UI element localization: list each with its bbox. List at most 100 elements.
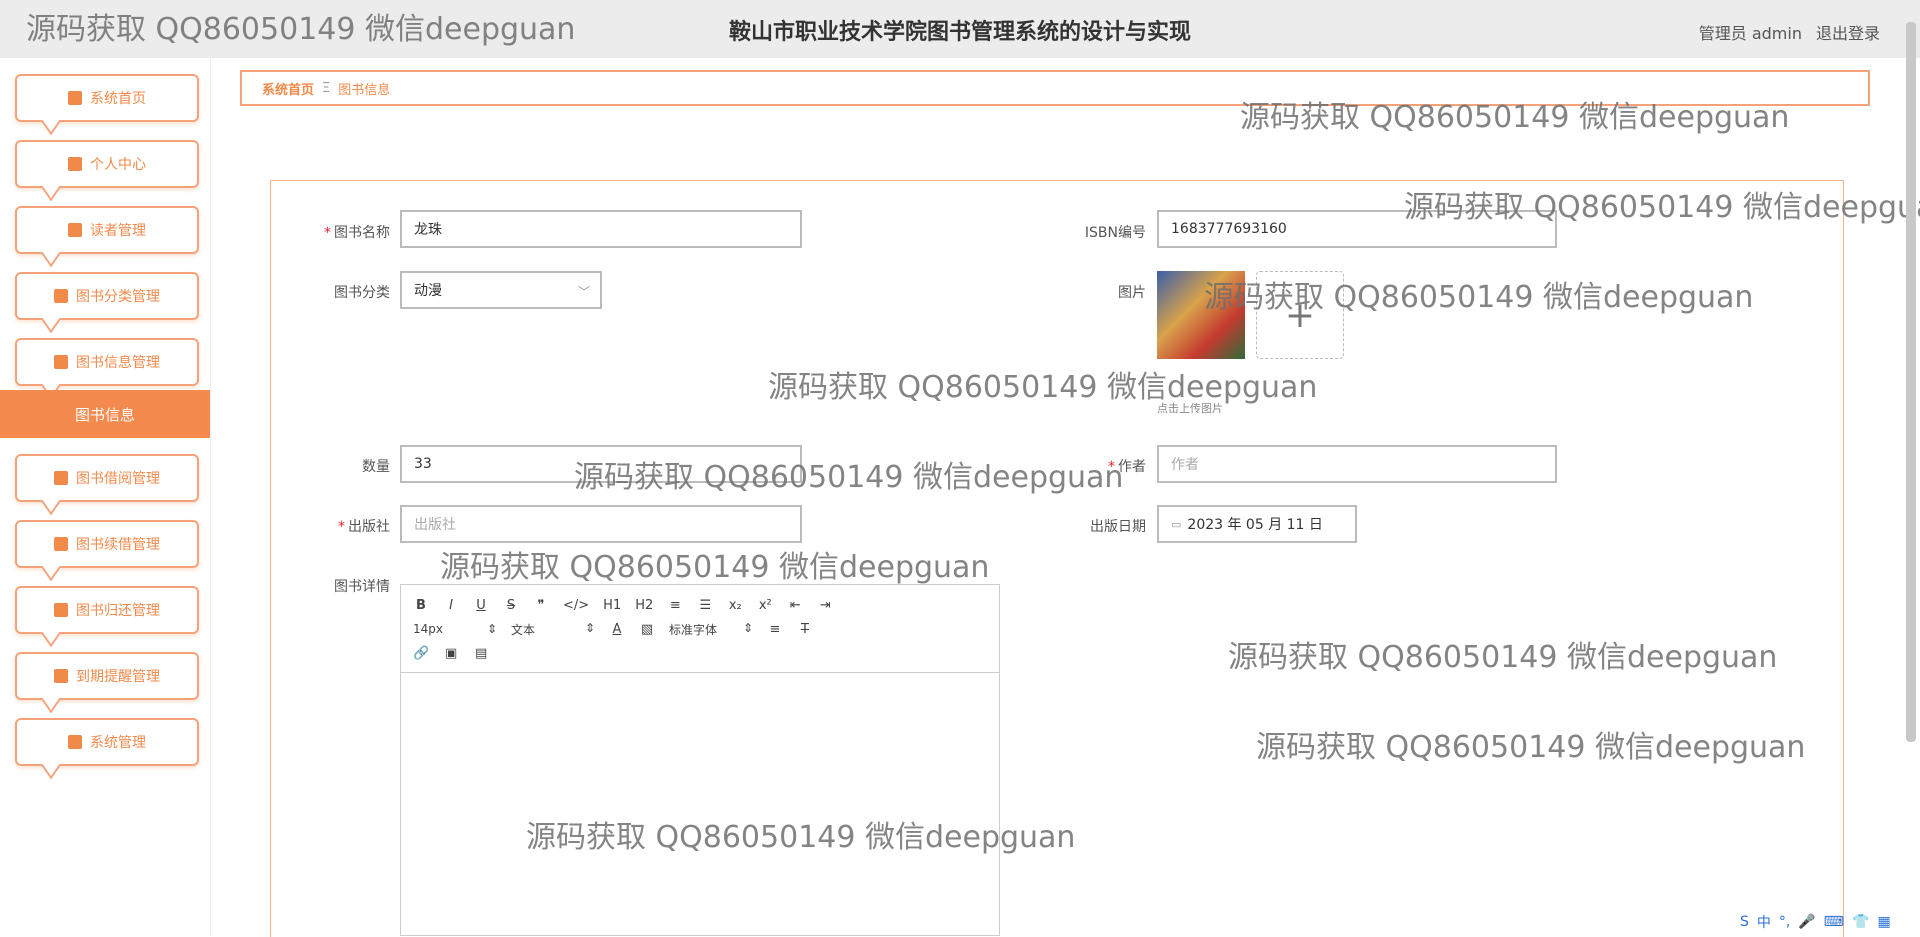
text-style-value: 文本 [511, 622, 536, 637]
image-icon[interactable]: ▣ [443, 646, 459, 661]
current-user: 管理员 admin [1698, 24, 1802, 43]
chevron-down-icon: ﹀ [577, 285, 590, 299]
updown-icon: ⇕ [486, 622, 497, 636]
upload-hint: 点击上传图片 [1157, 402, 1223, 415]
sidebar-item-borrow[interactable]: 图书借阅管理 [15, 454, 199, 502]
isbn-label: ISBN编号 [1084, 225, 1146, 241]
sidebar-item-readers[interactable]: 读者管理 [15, 206, 199, 254]
align-icon[interactable]: ≡ [767, 622, 783, 637]
sidebar-item-home[interactable]: 系统首页 [15, 74, 199, 122]
strike-button[interactable]: S [503, 598, 519, 613]
video-icon[interactable]: ▤ [473, 646, 489, 661]
chat-icon [54, 289, 68, 303]
user-area: 管理员 admin 退出登录 [1699, 20, 1880, 44]
category-value: 动漫 [414, 283, 442, 299]
h2-button[interactable]: H2 [635, 598, 653, 613]
book-cover-image[interactable] [1157, 271, 1245, 359]
blockquote-button[interactable]: ❞ [533, 598, 549, 613]
updown-icon: ⇕ [584, 620, 595, 635]
sidebar-item-label: 图书分类管理 [76, 289, 160, 305]
logout-link[interactable]: 退出登录 [1816, 20, 1880, 44]
background-color-icon[interactable]: ▧ [639, 622, 655, 637]
clear-format-icon[interactable]: T̶ [797, 622, 813, 637]
category-select[interactable]: 动漫 ﹀ [400, 271, 602, 309]
text-style-select[interactable]: 文本 ⇕ [511, 621, 595, 638]
quantity-label: 数量 [362, 459, 390, 475]
briefcase-icon [68, 223, 82, 237]
sidebar-item-label: 系统管理 [90, 735, 146, 751]
mic-icon: 🎤 [1798, 914, 1816, 930]
page-title: 鞍山市职业技术学院图书管理系统的设计与实现 [728, 20, 1191, 45]
publisher-input[interactable]: 出版社 [400, 505, 802, 543]
sidebar-item-label: 到期提醒管理 [76, 669, 160, 685]
updown-icon: ⇕ [742, 620, 753, 635]
grid-icon [68, 735, 82, 749]
sidebar-item-label: 系统首页 [90, 91, 146, 107]
sidebar: 系统首页 个人中心 读者管理 图书分类管理 图书信息管理 图书信息 图书借阅管理… [0, 58, 211, 936]
outdent-button[interactable]: ⇤ [787, 598, 803, 613]
sidebar-item-renew[interactable]: 图书续借管理 [15, 520, 199, 568]
sidebar-item-system[interactable]: 系统管理 [15, 718, 199, 766]
sidebar-item-profile[interactable]: 个人中心 [15, 140, 199, 188]
toolbar-row-styles: 14px ⇕ 文本 ⇕ A ▧ 标准字体 ⇕ ≡ T̶ [413, 617, 987, 641]
sidebar-item-label: 图书借阅管理 [76, 471, 160, 487]
editor-toolbar: B I U S ❞ </> H1 H2 ≡ ☰ x₂ x² ⇤ ⇥ 14px ⇕ … [401, 585, 999, 673]
bulb-icon [54, 471, 68, 485]
link-icon[interactable]: 🔗 [413, 646, 429, 661]
breadcrumb-separator: Ξ [322, 80, 331, 96]
quantity-input[interactable]: 33 [400, 445, 802, 483]
sogou-icon: S [1740, 914, 1749, 930]
rich-text-editor[interactable]: B I U S ❞ </> H1 H2 ≡ ☰ x₂ x² ⇤ ⇥ 14px ⇕ … [400, 584, 1000, 936]
calendar-icon: ▭ [1171, 517, 1182, 531]
publish-date-input[interactable]: ▭ 2023 年 05 月 11 日 [1157, 505, 1357, 543]
h1-button[interactable]: H1 [603, 598, 621, 613]
language-icon: 中 [1756, 915, 1771, 931]
book-name-input[interactable]: 龙珠 [400, 210, 802, 248]
bullet-list-button[interactable]: ☰ [697, 598, 713, 613]
ime-toolbar: S 中 °, 🎤 ⌨ 👕 ▦ [1740, 908, 1920, 936]
sidebar-item-label: 图书归还管理 [76, 603, 160, 619]
sidebar-item-label: 图书信息管理 [76, 355, 160, 371]
sidebar-item-categories[interactable]: 图书分类管理 [15, 272, 199, 320]
sidebar-item-return[interactable]: 图书归还管理 [15, 586, 199, 634]
user-icon [68, 157, 82, 171]
keyboard-icon: ⌨ [1823, 914, 1844, 930]
page-scrollbar[interactable] [1906, 22, 1916, 742]
font-family-select[interactable]: 标准字体 ⇕ [669, 621, 753, 638]
italic-button[interactable]: I [443, 598, 459, 613]
font-family-value: 标准字体 [669, 622, 718, 637]
author-input[interactable]: 作者 [1157, 445, 1557, 483]
font-size-select[interactable]: 14px ⇕ [413, 622, 497, 636]
details-label: 图书详情 [334, 579, 390, 595]
grid-icon [54, 669, 68, 683]
toolbar-row-insert: 🔗 ▣ ▤ [413, 641, 987, 665]
subscript-button[interactable]: x₂ [727, 598, 743, 613]
image-label: 图片 [1118, 285, 1146, 301]
sidebar-item-due-reminder[interactable]: 到期提醒管理 [15, 652, 199, 700]
breadcrumb: 系统首页 Ξ 图书信息 [240, 70, 1870, 106]
breadcrumb-home[interactable]: 系统首页 [262, 79, 314, 98]
upload-image-button[interactable]: + [1256, 271, 1344, 359]
grid-icon: ▦ [1877, 914, 1891, 930]
code-button[interactable]: </> [563, 598, 589, 613]
ticket-icon [54, 603, 68, 617]
punctuation-icon: °, [1778, 914, 1791, 930]
font-color-icon[interactable]: A [609, 622, 625, 637]
isbn-input[interactable]: 1683777693160 [1157, 210, 1557, 248]
sidebar-subitem-book-info[interactable]: 图书信息 [0, 390, 210, 438]
publish-date-label: 出版日期 [1090, 519, 1146, 535]
sidebar-item-label: 读者管理 [90, 223, 146, 239]
toolbar-row-formatting: B I U S ❞ </> H1 H2 ≡ ☰ x₂ x² ⇤ ⇥ [413, 593, 987, 617]
font-size-value: 14px [413, 622, 443, 636]
indent-button[interactable]: ⇥ [817, 598, 833, 613]
category-label: 图书分类 [334, 285, 390, 301]
sidebar-item-book-info[interactable]: 图书信息管理 [15, 338, 199, 386]
superscript-button[interactable]: x² [757, 598, 773, 613]
bold-button[interactable]: B [413, 598, 429, 613]
sidebar-item-label: 个人中心 [90, 157, 146, 173]
underline-button[interactable]: U [473, 598, 489, 613]
shirt-icon: 👕 [1852, 914, 1870, 930]
ordered-list-button[interactable]: ≡ [667, 598, 683, 613]
sidebar-item-label: 图书续借管理 [76, 537, 160, 553]
publish-date-value: 2023 年 05 月 11 日 [1187, 517, 1323, 533]
